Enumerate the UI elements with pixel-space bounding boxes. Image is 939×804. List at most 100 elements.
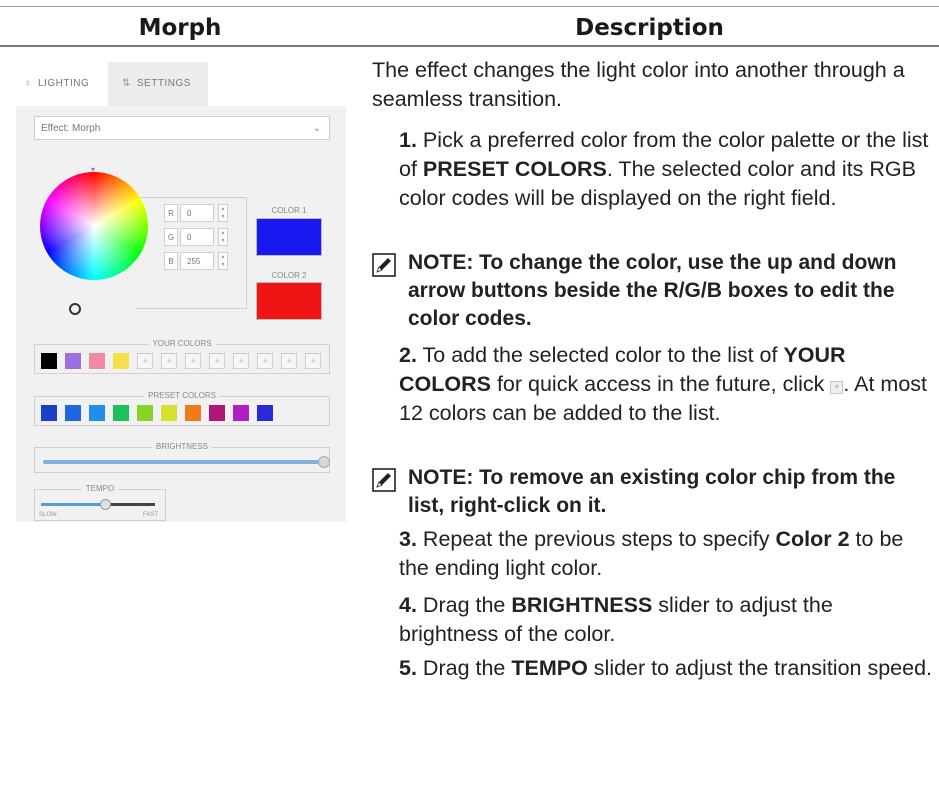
pencil-note-icon: [372, 253, 396, 277]
effect-value: Effect: Morph: [41, 123, 101, 134]
intro-paragraph: The effect changes the light color into …: [372, 58, 905, 111]
add-color-slot[interactable]: +: [281, 353, 297, 369]
preset-color-chip[interactable]: [233, 405, 249, 421]
step-3-number: 3.: [399, 527, 417, 551]
step-5-number: 5.: [399, 656, 417, 680]
rgb-g-label: G: [164, 228, 178, 246]
step-1: 1. Pick a preferred color from the color…: [399, 126, 935, 213]
tempo-label: TEMPO: [81, 484, 119, 493]
step-4-text-b: BRIGHTNESS: [511, 593, 653, 617]
tempo-slider-handle[interactable]: [100, 499, 111, 510]
pencil-note-icon: [372, 468, 396, 492]
preset-color-chip[interactable]: [41, 405, 57, 421]
brightness-track[interactable]: [43, 460, 319, 464]
rgb-r-row: R 0 ▴ ▾: [164, 204, 234, 222]
preset-colors-section: PRESET COLORS: [34, 391, 330, 426]
step-5-text-b: TEMPO: [511, 656, 588, 680]
step-5: 5. Drag the TEMPO slider to adjust the t…: [399, 654, 935, 683]
step-1-text-b: PRESET COLORS: [422, 157, 607, 181]
add-color-slot[interactable]: +: [257, 353, 273, 369]
rgb-g-input[interactable]: 0: [180, 228, 214, 246]
add-color-slot[interactable]: +: [305, 353, 321, 369]
color2-swatch[interactable]: [256, 282, 322, 320]
preset-color-chip[interactable]: [65, 405, 81, 421]
add-color-slot[interactable]: +: [209, 353, 225, 369]
step-5-text-a: Drag the: [422, 656, 512, 680]
rgb-r-input[interactable]: 0: [180, 204, 214, 222]
add-color-slot[interactable]: +: [161, 353, 177, 369]
step-3-text-a: Repeat the previous steps to specify: [422, 527, 776, 551]
wheel-marker-icon: ▾: [91, 165, 96, 174]
your-color-chip[interactable]: [89, 353, 105, 369]
tempo-title: TEMPO: [35, 484, 165, 493]
color2-label: COLOR 2: [271, 271, 307, 280]
brightness-slider-handle[interactable]: [318, 456, 330, 468]
add-color-icon: +: [830, 381, 844, 394]
chevron-down-icon: ⌄: [312, 123, 321, 134]
app-screenshot: ♀ LIGHTING ⇅ SETTINGS Effect: Morph ⌄ ▾ R …: [16, 62, 346, 522]
tab-lighting[interactable]: ♀ LIGHTING: [16, 62, 108, 106]
sliders-icon: ⇅: [122, 78, 131, 89]
tab-settings-label: SETTINGS: [136, 78, 191, 89]
step-4-number: 4.: [399, 593, 417, 617]
add-color-slot[interactable]: +: [137, 353, 153, 369]
column-header-morph: Morph: [138, 15, 222, 41]
preset-color-chip[interactable]: [137, 405, 153, 421]
rgb-b-input[interactable]: 255: [180, 252, 214, 270]
step-3-text-b: Color 2: [775, 527, 850, 551]
preset-color-chip[interactable]: [89, 405, 105, 421]
step-2-text-a: To add the selected color to the list of: [422, 343, 784, 367]
note-2-text: NOTE: To remove an existing color chip f…: [408, 466, 896, 517]
column-header-description: Description: [575, 15, 724, 41]
step-2-text-c: for quick access in the future, click: [490, 372, 831, 396]
rgb-b-row: B 255 ▴ ▾: [164, 252, 234, 270]
preset-color-chip[interactable]: [257, 405, 273, 421]
brightness-label: BRIGHTNESS: [151, 442, 212, 451]
rgb-b-stepper[interactable]: ▴ ▾: [218, 252, 228, 270]
note-1: NOTE: To change the color, use the up an…: [372, 249, 932, 333]
color-wheel[interactable]: [40, 172, 148, 280]
your-color-chip[interactable]: [113, 353, 129, 369]
brightness-section: BRIGHTNESS: [34, 442, 330, 473]
step-3: 3. Repeat the previous steps to specify …: [399, 525, 935, 583]
your-colors-label: YOUR COLORS: [148, 339, 216, 348]
effect-dropdown[interactable]: Effect: Morph ⌄: [34, 116, 330, 140]
tab-lighting-label: LIGHTING: [38, 78, 90, 89]
tab-settings[interactable]: ⇅ SETTINGS: [108, 62, 208, 106]
step-1-number: 1.: [399, 128, 417, 152]
rgb-r-stepper[interactable]: ▴ ▾: [218, 204, 228, 222]
tempo-track-filled[interactable]: [41, 503, 105, 506]
your-colors-title: YOUR COLORS: [35, 339, 329, 348]
add-color-slot[interactable]: +: [185, 353, 201, 369]
step-2-number: 2.: [399, 343, 417, 367]
your-color-chip[interactable]: [65, 353, 81, 369]
note-1-text: NOTE: To change the color, use the up an…: [408, 251, 897, 330]
step-2: 2. To add the selected color to the list…: [399, 341, 935, 428]
bulb-icon: ♀: [24, 78, 32, 89]
rgb-b-label: B: [164, 252, 178, 270]
tempo-section: TEMPO SLOW FAST: [34, 484, 166, 521]
color1-swatch[interactable]: [256, 218, 322, 256]
tab-bar: ♀ LIGHTING ⇅ SETTINGS: [16, 62, 346, 106]
color1-label: COLOR 1: [271, 206, 307, 215]
table-top-rule: [0, 6, 939, 7]
preset-color-chip[interactable]: [209, 405, 225, 421]
table-header-rule: [0, 45, 939, 47]
tempo-track-empty[interactable]: [105, 503, 155, 506]
note-2: NOTE: To remove an existing color chip f…: [372, 464, 932, 520]
brightness-title: BRIGHTNESS: [35, 442, 329, 451]
rgb-g-row: G 0 ▴ ▾: [164, 228, 234, 246]
preset-colors-label: PRESET COLORS: [144, 391, 220, 400]
step-5-text-c: slider to adjust the transition speed.: [587, 656, 933, 680]
preset-colors-title: PRESET COLORS: [35, 391, 329, 400]
wheel-handle[interactable]: [69, 303, 81, 315]
rgb-g-stepper[interactable]: ▴ ▾: [218, 228, 228, 246]
preset-color-chip[interactable]: [185, 405, 201, 421]
preset-color-chip[interactable]: [113, 405, 129, 421]
preset-color-chip[interactable]: [161, 405, 177, 421]
add-color-slot[interactable]: +: [233, 353, 249, 369]
tempo-min-label: SLOW: [39, 512, 57, 518]
step-4-text-a: Drag the: [422, 593, 512, 617]
tempo-max-label: FAST: [143, 512, 159, 518]
your-color-chip[interactable]: [41, 353, 57, 369]
